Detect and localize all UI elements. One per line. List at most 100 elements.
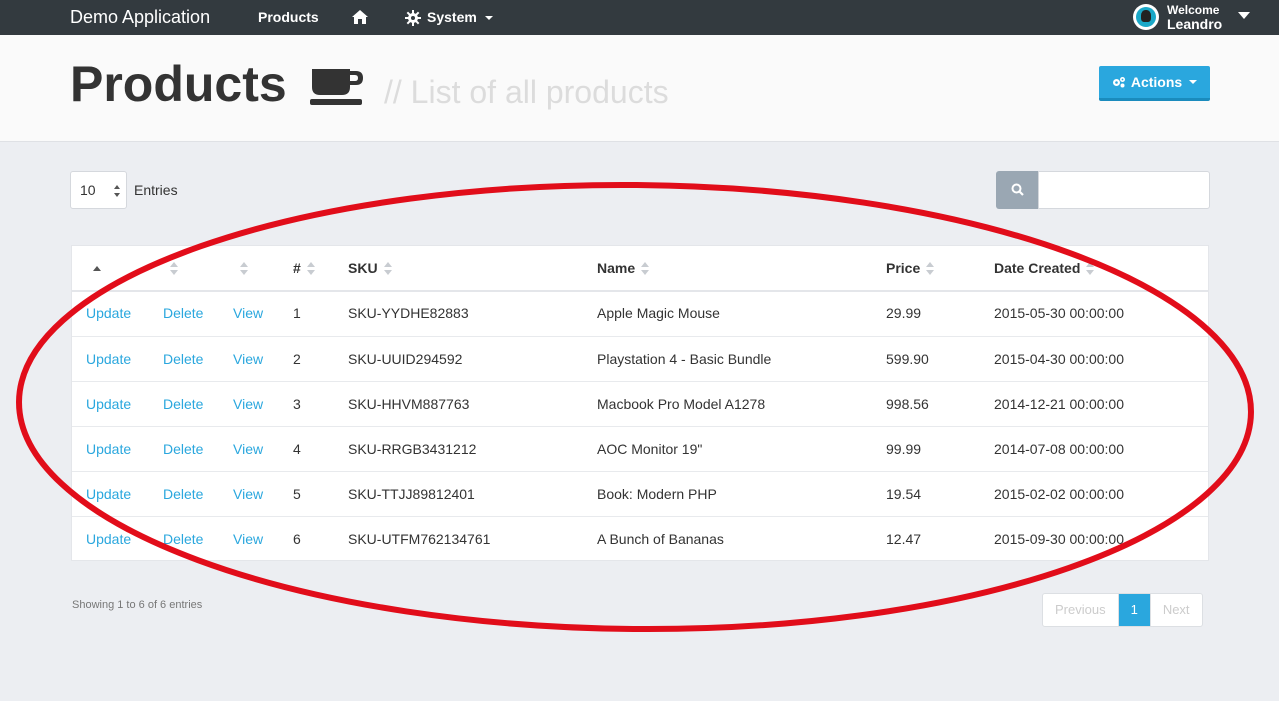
chevron-down-icon — [484, 15, 493, 20]
cell-sku: SKU-UTFM762134761 — [348, 531, 491, 547]
sort-icon — [1086, 262, 1095, 275]
page-title: Products — [70, 56, 287, 112]
table-row: Update Delete View 1 SKU-YYDHE82883 Apple Mag… — [72, 291, 1208, 336]
column-header-label: SKU — [348, 260, 378, 276]
cell-sku: SKU-UUID294592 — [348, 351, 463, 367]
products-table: # SKU Name Price Date Created Update Dele… — [71, 245, 1209, 561]
table-row: Update Delete View 5 SKU-TTJJ89812401 Book: M… — [72, 471, 1208, 517]
view-link[interactable]: View — [233, 472, 263, 516]
pagination-previous[interactable]: Previous — [1043, 594, 1118, 626]
cell-price: 12.47 — [886, 531, 922, 547]
table-row: Update Delete View 3 SKU-HHVM887763 Macbook P… — [72, 381, 1208, 427]
column-header-name[interactable]: Name — [597, 246, 650, 291]
brand-link[interactable]: Demo Application — [70, 0, 210, 35]
search-input[interactable] — [1038, 171, 1210, 209]
sort-header-actions-2[interactable] — [170, 246, 178, 291]
nav-system-label: System — [427, 9, 477, 25]
table-row: Update Delete View 2 SKU-UUID294592 Playstati… — [72, 336, 1208, 382]
view-link[interactable]: View — [233, 337, 263, 381]
username-label: Leandro — [1167, 16, 1223, 32]
cell-name: AOC Monitor 19" — [597, 441, 703, 457]
nav-products[interactable]: Products — [258, 0, 319, 35]
table-row: Update Delete View 6 SKU-UTFM762134761 A Bunc… — [72, 516, 1208, 562]
update-link[interactable]: Update — [86, 291, 131, 335]
cell-date: 2015-04-30 00:00:00 — [994, 351, 1124, 367]
actions-button[interactable]: Actions — [1099, 66, 1210, 101]
cell-name: Book: Modern PHP — [597, 486, 717, 502]
delete-link[interactable]: Delete — [163, 291, 203, 335]
update-link[interactable]: Update — [86, 337, 131, 381]
update-link[interactable]: Update — [86, 427, 131, 471]
view-link[interactable]: View — [233, 427, 263, 471]
cell-date: 2014-12-21 00:00:00 — [994, 396, 1124, 412]
cell-sku: SKU-RRGB3431212 — [348, 441, 477, 457]
pagination-page[interactable]: 1 — [1117, 594, 1150, 626]
view-link[interactable]: View — [233, 291, 263, 335]
cell-name: Macbook Pro Model A1278 — [597, 396, 766, 412]
sort-icon — [383, 262, 392, 275]
sort-icon — [306, 262, 315, 275]
page-header: Products // List of all products Actions — [0, 35, 1279, 142]
cell-price: 599.90 — [886, 351, 929, 367]
sort-icon — [926, 262, 935, 275]
update-link[interactable]: Update — [86, 382, 131, 426]
entries-value: 10 — [80, 182, 96, 198]
home-icon[interactable] — [351, 9, 369, 25]
coffee-cup-icon — [310, 69, 363, 105]
update-link[interactable]: Update — [86, 517, 131, 561]
cell-date: 2015-05-30 00:00:00 — [994, 305, 1124, 321]
cell-sku: SKU-YYDHE82883 — [348, 305, 469, 321]
column-header-date-created[interactable]: Date Created — [994, 246, 1095, 291]
search-icon — [1011, 183, 1024, 196]
view-link[interactable]: View — [233, 517, 263, 561]
gear-icon — [405, 9, 421, 26]
cell-sku: SKU-HHVM887763 — [348, 396, 470, 412]
cell-price: 99.99 — [886, 441, 922, 457]
page-subtitle: // List of all products — [384, 74, 669, 110]
sort-asc-icon — [93, 266, 101, 271]
cell-name: A Bunch of Bananas — [597, 531, 724, 547]
cell-price: 998.56 — [886, 396, 929, 412]
cell-name: Playstation 4 - Basic Bundle — [597, 351, 772, 367]
user-menu-caret-icon[interactable] — [1238, 12, 1250, 19]
sort-icon — [641, 262, 650, 275]
column-header-id[interactable]: # — [293, 246, 315, 291]
cell-price: 19.54 — [886, 486, 922, 502]
sort-icon — [240, 262, 248, 275]
welcome-label: Welcome — [1167, 3, 1220, 17]
cell-date: 2015-09-30 00:00:00 — [994, 531, 1124, 547]
view-link[interactable]: View — [233, 382, 263, 426]
cell-date: 2014-07-08 00:00:00 — [994, 441, 1124, 457]
search-button[interactable] — [996, 171, 1039, 209]
sort-icon — [170, 262, 178, 275]
cell-id: 5 — [293, 486, 301, 502]
delete-link[interactable]: Delete — [163, 382, 203, 426]
cell-name: Apple Magic Mouse — [597, 305, 720, 321]
pagination: Previous 1 Next — [1042, 593, 1203, 627]
nav-system-menu[interactable]: System — [405, 0, 493, 35]
gears-icon — [1112, 77, 1125, 88]
cell-price: 29.99 — [886, 305, 922, 321]
cell-id: 6 — [293, 531, 301, 547]
delete-link[interactable]: Delete — [163, 472, 203, 516]
sort-header-actions-1[interactable] — [93, 246, 101, 291]
entries-select[interactable]: 10 — [70, 171, 127, 209]
cell-id: 4 — [293, 441, 301, 457]
user-menu[interactable]: Welcome Leandro — [1133, 3, 1222, 31]
column-header-sku[interactable]: SKU — [348, 246, 392, 291]
entries-info: Showing 1 to 6 of 6 entries — [72, 599, 203, 611]
delete-link[interactable]: Delete — [163, 337, 203, 381]
pagination-next[interactable]: Next — [1149, 594, 1202, 626]
cell-id: 1 — [293, 305, 301, 321]
entries-label: Entries — [134, 182, 178, 198]
top-navbar: Demo Application Products System Welcome… — [0, 0, 1279, 35]
delete-link[interactable]: Delete — [163, 427, 203, 471]
chevron-down-icon — [1189, 80, 1198, 84]
update-link[interactable]: Update — [86, 472, 131, 516]
sort-header-actions-3[interactable] — [240, 246, 248, 291]
table-row: Update Delete View 4 SKU-RRGB3431212 AOC Moni… — [72, 426, 1208, 472]
column-header-price[interactable]: Price — [886, 246, 935, 291]
column-header-label: # — [293, 260, 301, 276]
cell-id: 2 — [293, 351, 301, 367]
delete-link[interactable]: Delete — [163, 517, 203, 561]
